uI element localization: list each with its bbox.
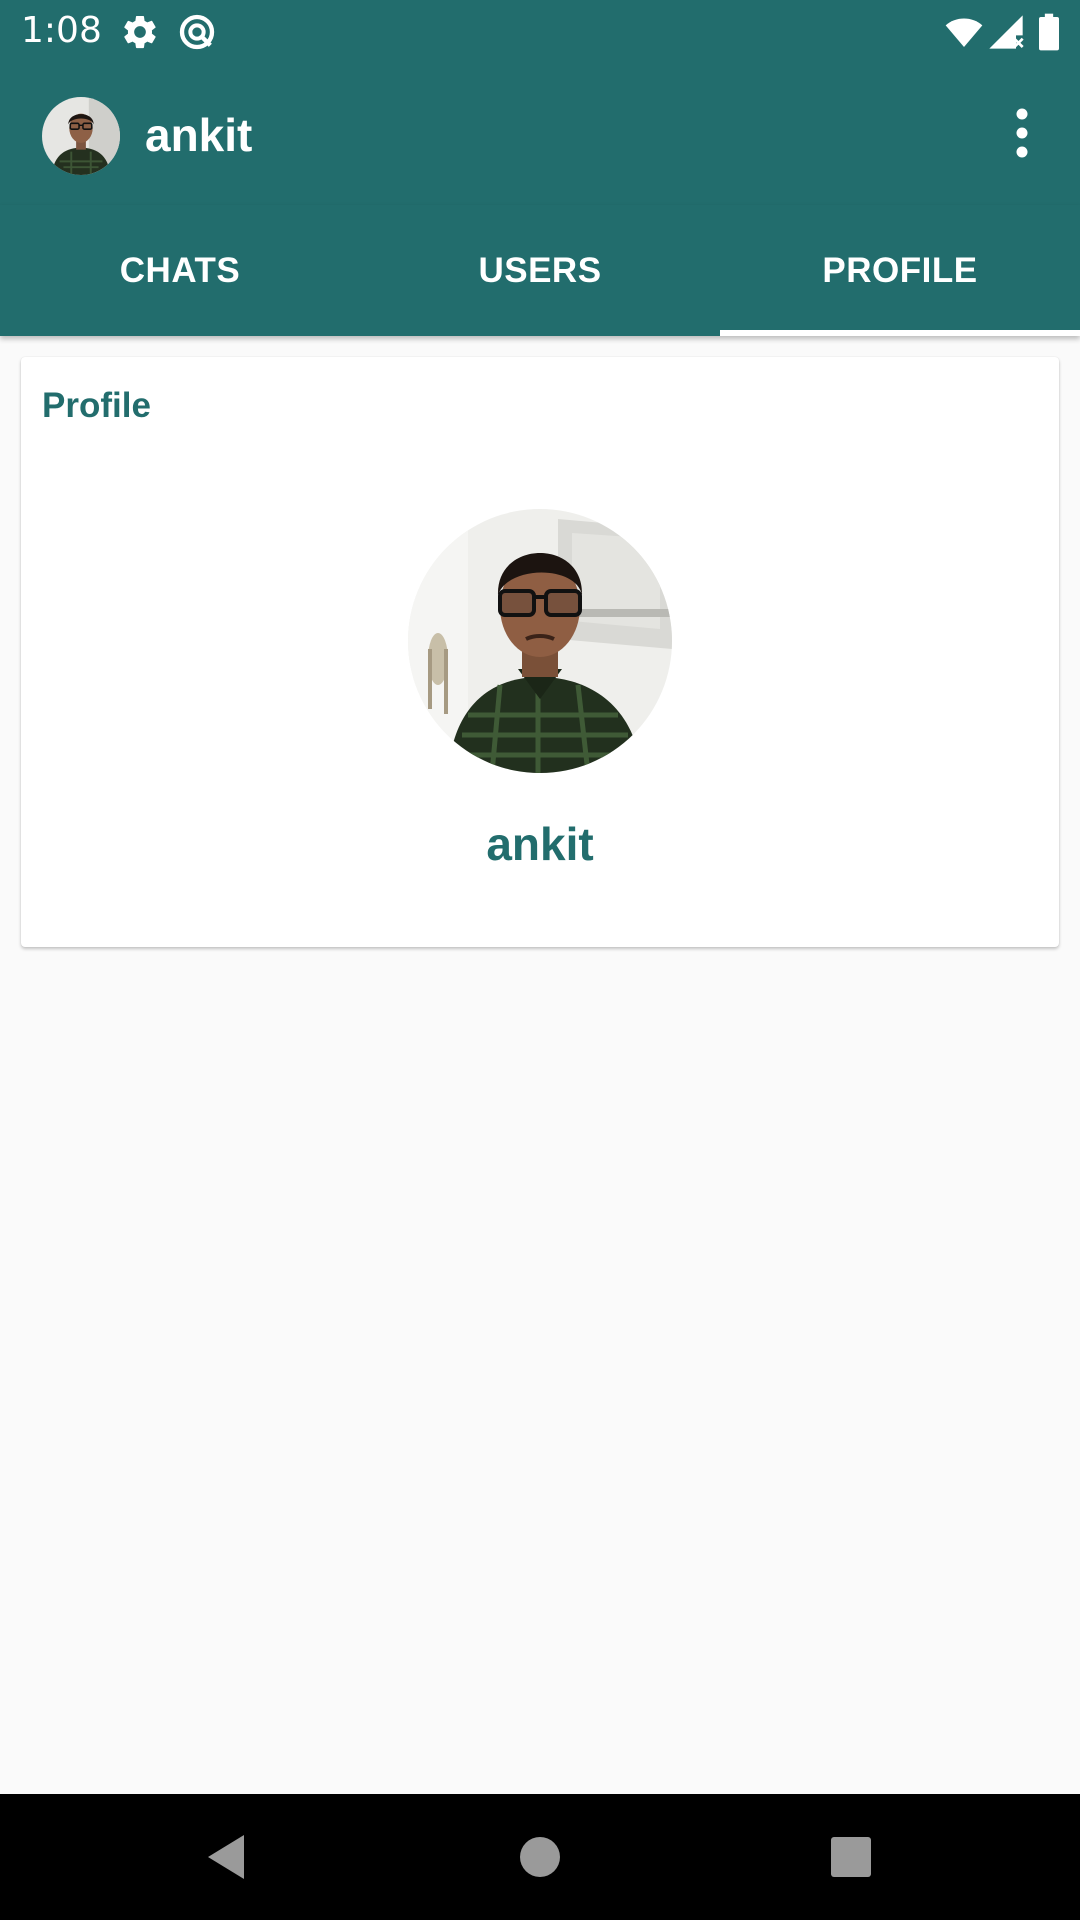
signal-icon bbox=[989, 15, 1024, 49]
tab-chats[interactable]: CHATS bbox=[0, 205, 360, 336]
tab-profile[interactable]: PROFILE bbox=[720, 205, 1080, 336]
tab-profile-label: PROFILE bbox=[822, 250, 978, 290]
status-time: 1:08 bbox=[21, 10, 102, 51]
card-title: Profile bbox=[42, 386, 151, 425]
profile-name: ankit bbox=[486, 818, 594, 870]
tab-bar: CHATS USERS PROFILE bbox=[0, 205, 1080, 336]
app-bar-title: ankit bbox=[145, 109, 253, 161]
more-vert-icon[interactable] bbox=[1000, 105, 1044, 161]
status-bar: 1:08 bbox=[0, 0, 1080, 63]
tab-chats-label: CHATS bbox=[119, 250, 241, 290]
data-saver-icon bbox=[179, 14, 215, 50]
tab-indicator bbox=[720, 330, 1080, 336]
back-icon[interactable] bbox=[196, 1827, 256, 1887]
recents-icon[interactable] bbox=[821, 1827, 881, 1887]
tab-users[interactable]: USERS bbox=[360, 205, 720, 336]
profile-card: Profile ankit bbox=[21, 357, 1059, 947]
battery-icon bbox=[1039, 13, 1059, 51]
home-icon[interactable] bbox=[510, 1827, 570, 1887]
user-avatar[interactable] bbox=[42, 97, 120, 175]
profile-photo[interactable] bbox=[408, 509, 672, 773]
tab-users-label: USERS bbox=[478, 250, 602, 290]
wifi-icon bbox=[945, 18, 983, 47]
gear-icon bbox=[124, 15, 156, 49]
app-bar: ankit bbox=[0, 63, 1080, 205]
navigation-bar bbox=[0, 1794, 1080, 1920]
